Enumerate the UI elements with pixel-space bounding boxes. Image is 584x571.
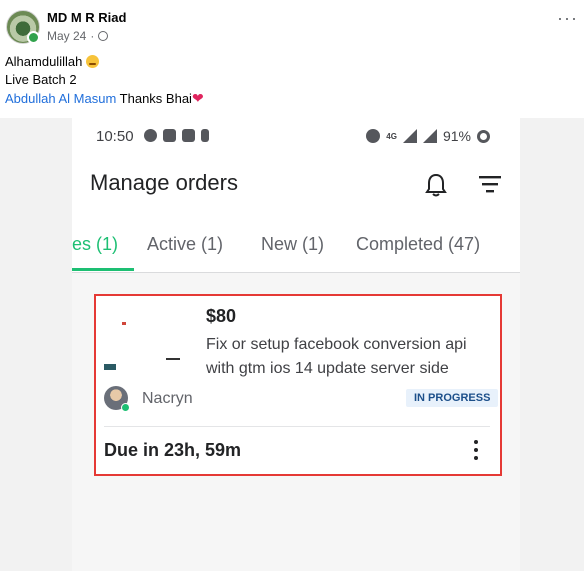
phone-screen: 10:50 4G 91% Manage orders es (1) Active… xyxy=(72,118,520,571)
gig-title-line-2: with gtm ios 14 update server side xyxy=(206,360,449,377)
network-type: 4G xyxy=(386,131,397,141)
buyer-name: Nacryn xyxy=(142,390,193,407)
battery-level: 91% xyxy=(442,128,471,144)
author-avatar[interactable] xyxy=(6,10,40,44)
system-icons: 4G 91% xyxy=(366,128,490,144)
status-bar: 10:50 4G 91% xyxy=(72,118,520,154)
globe-icon xyxy=(98,31,109,41)
tab-late[interactable]: es (1) xyxy=(72,234,118,255)
order-tabs: es (1) Active (1) New (1) Completed (47) xyxy=(72,216,520,273)
post-text: Alhamdulillah Live Batch 2 Abdullah Al M… xyxy=(5,53,204,108)
tab-active[interactable]: Active (1) xyxy=(147,234,223,255)
status-time: 10:50 xyxy=(96,128,134,145)
more-options-icon[interactable]: ··· xyxy=(557,9,578,27)
card-divider xyxy=(104,426,490,427)
alarm-icon xyxy=(366,129,381,143)
status-badge: IN PROGRESS xyxy=(406,389,499,407)
app-notification-icon xyxy=(201,129,209,142)
gig-title-line-1: Fix or setup facebook conversion api xyxy=(206,336,467,353)
active-tab-indicator xyxy=(72,268,134,271)
attached-screenshot[interactable]: 10:50 4G 91% Manage orders es (1) Active… xyxy=(0,118,584,571)
due-time: Due in 23h, 59m xyxy=(104,440,242,460)
author-name[interactable]: MD M R Riad xyxy=(47,10,126,25)
tab-completed[interactable]: Completed (47) xyxy=(356,234,480,255)
mention-link[interactable]: Abdullah Al Masum xyxy=(5,91,116,106)
thanks-text: Thanks Bhai xyxy=(119,91,192,106)
app-bar: Manage orders xyxy=(72,154,520,216)
smiling-face-emoji-icon xyxy=(85,55,99,68)
battery-ring-icon xyxy=(477,129,490,143)
kebab-menu-icon[interactable] xyxy=(472,440,480,462)
signal-icon xyxy=(402,129,417,143)
heart-emoji-icon: ❤ xyxy=(191,90,204,106)
order-price: $80 xyxy=(206,306,237,326)
signal-icon-2 xyxy=(422,129,437,143)
buyer-avatar xyxy=(104,386,130,412)
post-date[interactable]: May 24 xyxy=(47,29,86,43)
gig-title: Fix or setup facebook conversion api wit… xyxy=(206,333,494,381)
mail-notification-icon xyxy=(163,129,176,142)
buyer-online-indicator xyxy=(121,403,130,412)
online-indicator xyxy=(27,31,40,44)
post-line-2: Live Batch 2 xyxy=(5,72,77,87)
filter-icon[interactable] xyxy=(478,174,502,194)
facebook-post-header: MD M R Riad May 24 · ··· Alhamdulillah L… xyxy=(0,0,584,120)
post-meta: May 24 · xyxy=(47,29,109,43)
bell-icon[interactable] xyxy=(424,172,448,198)
chat-notification-icon xyxy=(144,129,157,142)
notification-icons xyxy=(144,129,209,142)
share-notification-icon xyxy=(182,129,195,142)
post-line-1: Alhamdulillah xyxy=(5,54,83,69)
page-title: Manage orders xyxy=(90,170,238,195)
tab-new[interactable]: New (1) xyxy=(261,234,324,255)
order-card[interactable]: $80 Fix or setup facebook conversion api… xyxy=(94,294,502,476)
gig-thumbnail xyxy=(104,306,200,380)
